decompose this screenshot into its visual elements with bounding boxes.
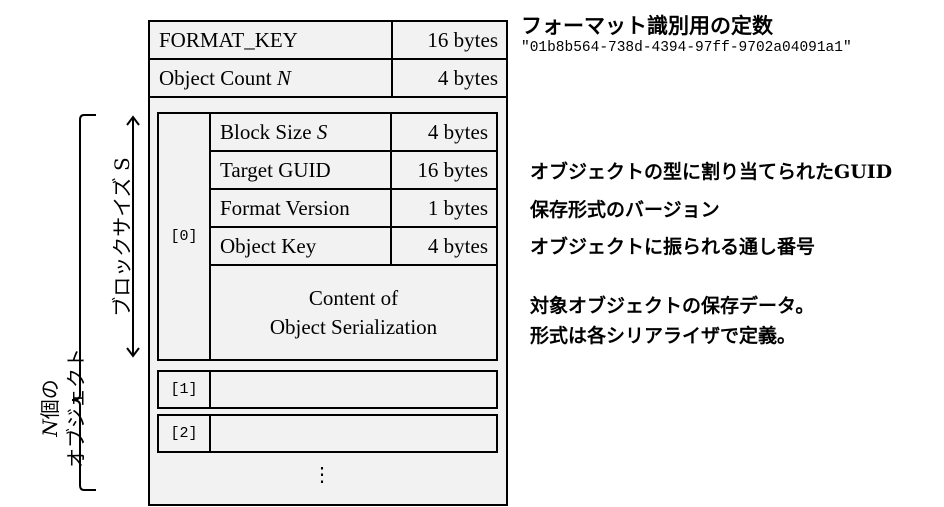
objects-label-vertical: N個の オブジェクト: [38, 348, 88, 468]
content-annotation-1: 対象オブジェクトの保存データ。: [530, 295, 815, 317]
block-size-size: 4 bytes: [390, 112, 498, 152]
content-annotation-2: 形式は各シリアライザで定義。: [530, 325, 797, 347]
object-key-label: Object Key: [209, 226, 392, 266]
block-1-body: [209, 370, 498, 409]
format-version-size: 1 bytes: [390, 188, 498, 228]
block-size-label: Block Size S: [209, 112, 392, 152]
ellipsis: ⋮: [312, 464, 332, 486]
guid-annotation: オブジェクトの型に割り当てられたGUID: [530, 161, 893, 183]
target-guid-size: 16 bytes: [390, 150, 498, 190]
key-annotation: オブジェクトに振られる通し番号: [530, 236, 816, 258]
target-guid-label: Target GUID: [209, 150, 392, 190]
block-index-1: [1]: [157, 370, 211, 409]
format-key-size: 16 bytes: [391, 20, 508, 60]
block-size-label-vertical: ブロックサイズ S: [110, 157, 134, 317]
object-key-size: 4 bytes: [390, 226, 498, 266]
block-2-body: [209, 414, 498, 453]
format-version-label: Format Version: [209, 188, 392, 228]
format-key-title: フォーマット識別用の定数: [521, 13, 773, 38]
content-serialization: Content of Object Serialization: [209, 264, 498, 361]
format-key-label: FORMAT_KEY: [148, 20, 393, 60]
version-annotation: 保存形式のバージョン: [530, 199, 720, 221]
block-index-2: [2]: [157, 414, 211, 453]
object-count-size: 4 bytes: [391, 58, 508, 98]
object-count-label: Object Count N: [148, 58, 393, 98]
format-key-value: "01b8b564-738d-4394-97ff-9702a04091a1": [521, 40, 852, 56]
block-index-0: [0]: [157, 112, 211, 361]
